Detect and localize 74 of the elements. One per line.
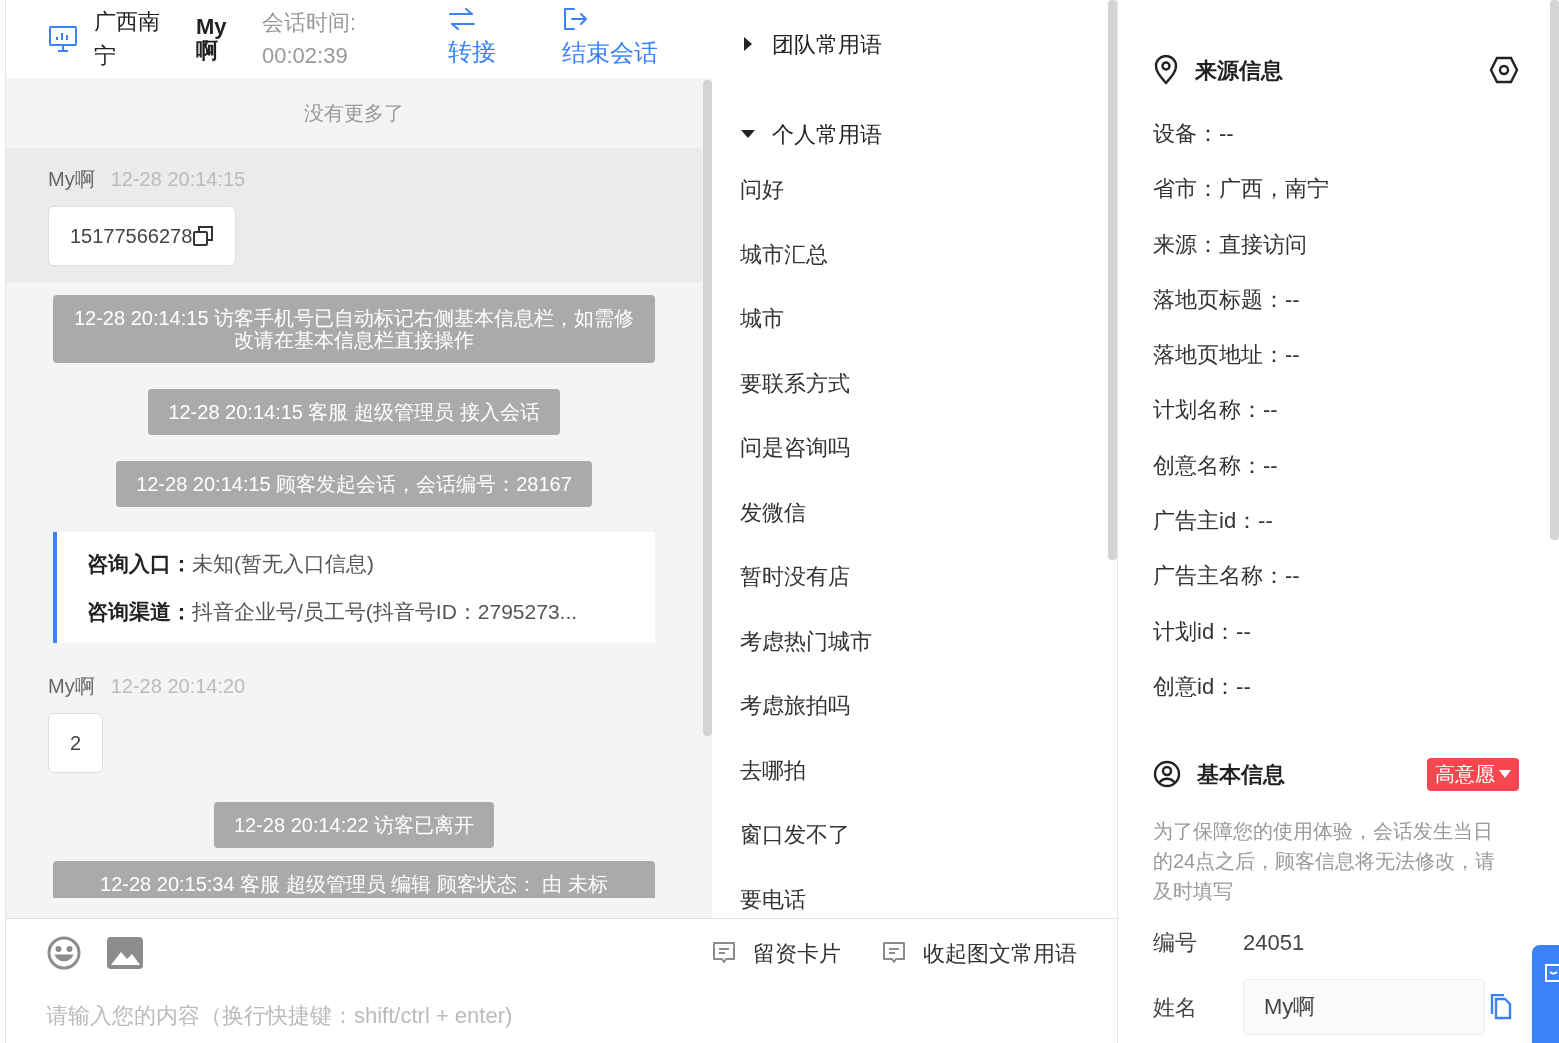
field-label: 姓名 — [1153, 993, 1198, 1022]
info-field: 广告主名称：-- — [1153, 548, 1300, 604]
notice-text: 为了保障您的使用体验，会话发生当日的24点之后，顾客信息将无法修改，请及时填写 — [1153, 819, 1497, 905]
exit-icon — [562, 7, 588, 31]
source-value: 未知(暂无入口信息) — [192, 551, 374, 577]
source-label: 咨询入口： — [87, 551, 192, 577]
info-field: 省市：广西，南宁 — [1153, 161, 1329, 217]
phrase-group-title[interactable]: 个人常用语 — [772, 117, 882, 151]
emoji-icon[interactable] — [46, 935, 82, 971]
end-session-button[interactable]: 结束会话 — [562, 7, 658, 71]
info-field: 创意名称：-- — [1153, 437, 1278, 494]
section-title: 来源信息 — [1195, 56, 1284, 85]
sender-name: My啊 — [48, 167, 95, 192]
intent-tag[interactable]: 高意愿 — [1427, 757, 1519, 791]
info-field: 落地页地址：-- — [1153, 327, 1300, 383]
timer-label: 会话时间: — [262, 9, 358, 37]
transfer-button[interactable]: 转接 — [448, 8, 496, 70]
floating-tab[interactable] — [1532, 945, 1559, 1043]
system-notice: 12-28 20:15:34 客服 超级管理员 编辑 顾客状态： 由 未标 — [53, 861, 655, 898]
phrase-item[interactable]: 暂时没有店 — [740, 545, 850, 610]
message-icon — [881, 941, 907, 965]
scrollbar[interactable] — [1550, 0, 1559, 540]
settings-icon[interactable] — [1489, 56, 1519, 84]
info-field: 来源：直接访问 — [1153, 216, 1307, 272]
phrase-item[interactable]: 城市汇总 — [740, 222, 828, 287]
collapse-phrases-button[interactable]: 收起图文常用语 — [881, 936, 1077, 970]
user-icon — [1153, 760, 1181, 789]
image-icon[interactable] — [107, 937, 143, 969]
message-text: 2 — [70, 731, 82, 756]
lead-card-button[interactable]: 留资卡片 — [711, 936, 841, 970]
monitor-icon — [48, 25, 78, 53]
system-notice: 12-28 20:14:22 访客已离开 — [213, 802, 495, 848]
sender-name: My啊 — [48, 674, 95, 699]
source-label: 咨询渠道： — [87, 598, 192, 625]
chat-window-icon — [1544, 963, 1559, 983]
phrase-item[interactable]: 考虑旅拍吗 — [740, 674, 850, 739]
visitor-name: My啊 — [196, 15, 228, 63]
phrase-item[interactable]: 问是咨询吗 — [740, 416, 850, 481]
system-notice: 12-28 20:14:15 顾客发起会话，会话编号：28167 — [116, 461, 592, 507]
info-field: 广告主id：-- — [1153, 493, 1273, 549]
message-icon — [711, 941, 737, 965]
scrollbar[interactable] — [703, 80, 712, 736]
phrase-item[interactable]: 要电话 — [740, 867, 806, 918]
visitor-location: 广西南宁 — [94, 8, 161, 70]
field-label: 编号 — [1153, 929, 1198, 958]
name-input[interactable]: My啊 — [1243, 979, 1485, 1036]
message-text: 15177566278 — [70, 224, 193, 249]
section-title: 基本信息 — [1197, 760, 1286, 789]
phrase-item[interactable]: 考虑热门城市 — [740, 609, 872, 674]
phrase-item[interactable]: 城市 — [740, 287, 784, 352]
phrase-item[interactable]: 要联系方式 — [740, 351, 850, 416]
info-field: 设备：-- — [1153, 106, 1234, 162]
phrase-item[interactable]: 窗口发不了 — [740, 803, 850, 868]
field-value: 24051 — [1243, 929, 1305, 958]
copy-icon[interactable] — [192, 225, 215, 247]
info-field: 落地页标题：-- — [1153, 271, 1300, 328]
swap-arrows-icon — [448, 8, 476, 30]
system-notice: 12-28 20:14:15 访客手机号已自动标记右侧基本信息栏，如需修改请在基本信息栏直接操作 — [53, 295, 655, 363]
caret-down-icon — [1499, 770, 1511, 779]
info-field: 创意id：-- — [1153, 658, 1251, 715]
phrase-item[interactable]: 问好 — [740, 158, 784, 223]
session-timer: 00:02:39 — [262, 42, 349, 70]
location-pin-icon — [1153, 55, 1179, 85]
phrase-item[interactable]: 去哪拍 — [740, 738, 806, 803]
phrase-item[interactable]: 发微信 — [740, 480, 806, 545]
no-more-notice: 没有更多了 — [303, 101, 405, 126]
info-field: 计划名称：-- — [1153, 382, 1278, 438]
scrollbar[interactable] — [1108, 0, 1117, 560]
source-value: 抖音企业号/员工号(抖音号ID：2795273... — [192, 598, 578, 625]
message-input[interactable]: 请输入您的内容（换行快捷键：shift/ctrl + enter) — [46, 999, 1077, 1032]
system-notice: 12-28 20:14:15 客服 超级管理员 接入会话 — [148, 389, 560, 435]
phrase-group-title[interactable]: 团队常用语 — [772, 27, 882, 61]
info-field: 计划id：-- — [1153, 603, 1251, 659]
message-time: 12-28 20:14:20 — [110, 674, 246, 699]
